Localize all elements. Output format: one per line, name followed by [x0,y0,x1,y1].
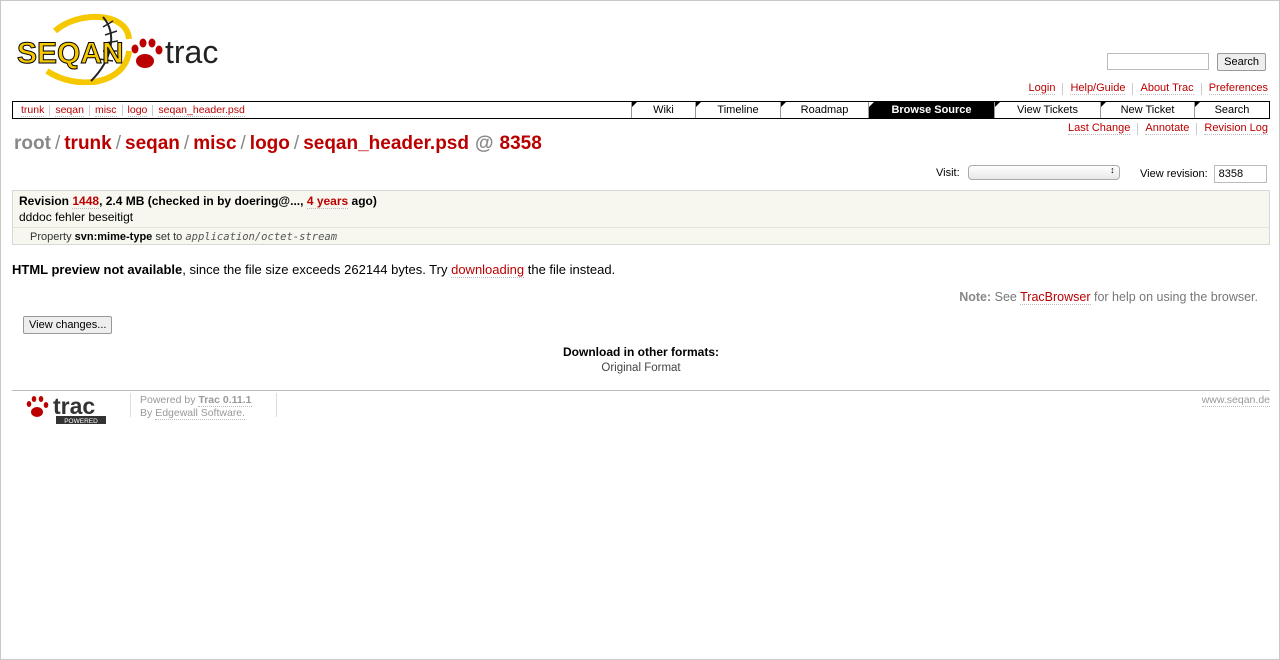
annotate-link[interactable]: Annotate [1145,122,1190,135]
tab-roadmap[interactable]: Roadmap [780,102,868,118]
help-note: Note: See TracBrowser for help on using … [959,290,1258,305]
main-navbar: trunk seqan misc logo seqan_header.psd W… [12,101,1270,119]
divider [1062,82,1064,95]
path-separator: / [293,133,300,154]
divider [276,393,277,417]
tab-browse-source[interactable]: Browse Source [868,102,994,118]
tracbrowser-link[interactable]: TracBrowser [1020,290,1091,305]
preview-message: HTML preview not available, since the fi… [12,262,616,278]
search-input[interactable] [1107,53,1210,70]
trac-version-link[interactable]: Trac 0.11.1 [198,394,252,407]
revision-size: , 2.4 MB (checked in by doering@..., [99,194,307,208]
breadcrumb: trunk seqan misc logo seqan_header.psd [13,102,631,118]
tab-new-ticket[interactable]: New Ticket [1100,102,1194,118]
revision-link[interactable]: 1448 [72,194,100,209]
svg-text:SEQAN: SEQAN [17,37,124,70]
tab-timeline[interactable]: Timeline [695,102,780,118]
revision-log-link[interactable]: Revision Log [1204,122,1268,135]
breadcrumb-misc[interactable]: misc [94,104,117,117]
divider [49,104,51,116]
property-line: Property svn:mime-type set to applicatio… [13,227,1269,243]
revision-age-link[interactable]: 4 years [306,194,349,209]
note-label: Note: [959,290,992,304]
svg-text:trac: trac [53,393,95,419]
svg-text:POWERED: POWERED [64,418,98,425]
preferences-link[interactable]: Preferences [1208,82,1268,95]
page-title: root / trunk / seqan / misc / logo / seq… [14,133,542,155]
by-label: By [140,407,153,419]
breadcrumb-logo[interactable]: logo [127,104,148,117]
download-link[interactable]: downloading [451,262,525,278]
tab-wiki[interactable]: Wiki [631,102,695,118]
path-revision[interactable]: 8358 [500,133,542,155]
about-trac-link[interactable]: About Trac [1140,82,1194,95]
view-changes-button[interactable]: View changes... [23,316,113,334]
meta-nav: Login Help/Guide About Trac Preferences [1028,82,1268,95]
breadcrumb-seqan[interactable]: seqan [55,104,84,117]
property-prefix: Property [30,231,72,243]
divider [1137,122,1139,135]
main-nav-tabs: Wiki Timeline Roadmap Browse Source View… [631,102,1269,118]
trac-powered-logo[interactable]: trac POWERED [25,393,115,425]
divider [1196,122,1198,135]
context-nav: Last Change Annotate Revision Log [1067,122,1268,135]
path-misc[interactable]: misc [193,133,236,155]
site-link[interactable]: www.seqan.de [1201,394,1270,407]
property-value: application/octet-stream [185,231,338,243]
path-separator: / [54,133,61,154]
original-format-link[interactable]: Original Format [601,362,680,374]
path-at: @ [474,133,494,154]
path-separator: / [240,133,246,154]
visit-select[interactable] [967,165,1120,180]
edgewall-link[interactable]: Edgewall Software. [155,407,246,420]
divider [1132,82,1134,95]
divider [121,104,123,116]
view-revision-control: View revision: [1140,165,1267,183]
preview-text: , since the file size exceeds 262144 byt… [182,262,448,277]
download-formats: Download in other formats: Original Form… [1,345,1280,374]
commit-message: dddoc fehler beseitigt [19,210,134,224]
property-mid: set to [155,231,183,243]
path-trunk[interactable]: trunk [64,133,112,155]
revision-label: Revision [19,194,70,208]
note-pre: See [994,290,1017,304]
breadcrumb-file[interactable]: seqan_header.psd [158,104,245,117]
path-seqan[interactable]: seqan [125,133,180,155]
search-button[interactable]: Search [1217,53,1266,71]
divider [1200,82,1202,95]
breadcrumb-trunk[interactable]: trunk [21,104,45,117]
divider [88,104,90,116]
last-change-link[interactable]: Last Change [1067,122,1131,135]
powered-pre: Powered by [140,394,196,406]
revision-info-box: Revision 1448, 2.4 MB (checked in by doe… [12,190,1270,245]
login-link[interactable]: Login [1028,82,1056,95]
path-root: root [14,133,51,154]
tab-search[interactable]: Search [1194,102,1269,118]
path-separator: / [183,133,190,154]
path-separator: / [115,133,121,154]
visit-control: Visit: [936,165,1120,180]
svg-text:trac: trac [165,34,218,70]
tab-view-tickets[interactable]: View Tickets [994,102,1100,118]
path-logo[interactable]: logo [250,133,290,155]
visit-label: Visit: [936,166,960,179]
preview-suffix: the file instead. [527,262,616,277]
property-name: svn:mime-type [74,231,153,243]
view-revision-input[interactable] [1213,165,1267,183]
view-revision-label: View revision: [1140,168,1208,180]
revision-line: Revision 1448, 2.4 MB (checked in by doe… [19,194,1263,209]
search-form: Search [1107,53,1266,71]
download-heading: Download in other formats: [563,345,719,359]
powered-by: Powered by Trac 0.11.1 By Edgewall Softw… [140,394,252,420]
seqan-trac-logo[interactable]: SEQAN trac [17,11,237,85]
preview-bold: HTML preview not available [12,262,183,277]
divider [130,393,131,417]
path-file[interactable]: seqan_header.psd [303,133,469,155]
note-post: for help on using the browser. [1094,290,1258,304]
footer: trac POWERED Powered by Trac 0.11.1 By E… [12,390,1270,426]
divider [152,104,154,116]
help-guide-link[interactable]: Help/Guide [1070,82,1126,95]
revision-age-suffix: ago) [348,194,377,208]
